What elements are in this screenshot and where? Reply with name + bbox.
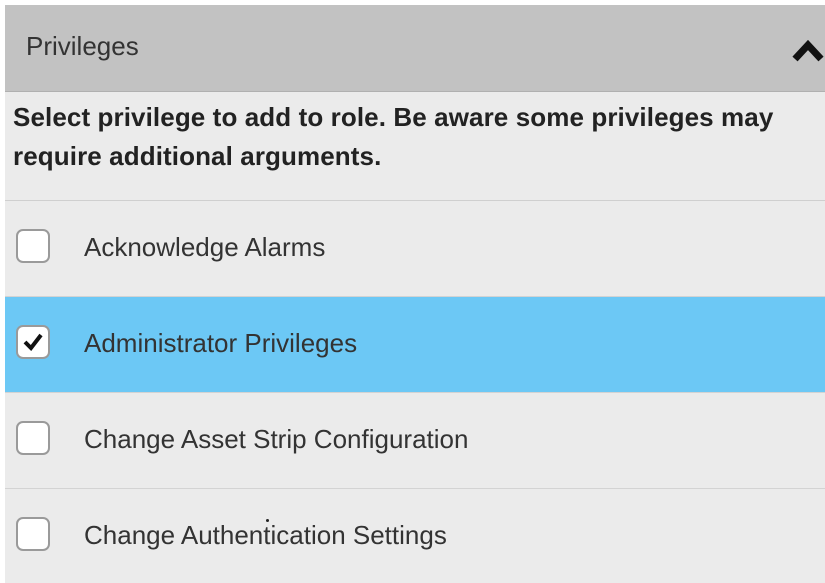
- checkmark-icon: [23, 333, 43, 351]
- checkbox-checked[interactable]: [16, 325, 50, 359]
- checkbox[interactable]: [16, 229, 50, 263]
- privilege-list: Acknowledge Alarms Administrator Privile…: [5, 201, 825, 583]
- list-item[interactable]: Acknowledge Alarms: [5, 201, 825, 297]
- list-item[interactable]: Change Asset Strip Configuration: [5, 393, 825, 489]
- checkbox[interactable]: [16, 421, 50, 455]
- checkbox[interactable]: [16, 517, 50, 551]
- privilege-label: Administrator Privileges: [84, 328, 358, 358]
- privilege-label: Acknowledge Alarms: [84, 232, 326, 262]
- privilege-label: Change Asset Strip Configuration: [84, 424, 469, 454]
- list-item[interactable]: Administrator Privileges: [5, 297, 825, 393]
- instructions: Select privilege to add to role. Be awar…: [5, 92, 825, 201]
- list-item[interactable]: Change Authentication Settings: [5, 489, 825, 583]
- privileges-panel: Privileges Select privilege to add to ro…: [5, 5, 825, 583]
- chevron-up-icon[interactable]: [791, 35, 825, 65]
- privilege-label: Change Authentication Settings: [84, 520, 447, 550]
- mouse-cursor: [266, 519, 269, 522]
- instructions-text: Select privilege to add to role. Be awar…: [13, 102, 774, 171]
- panel-title: Privileges: [26, 31, 139, 61]
- panel-header[interactable]: Privileges: [5, 5, 825, 92]
